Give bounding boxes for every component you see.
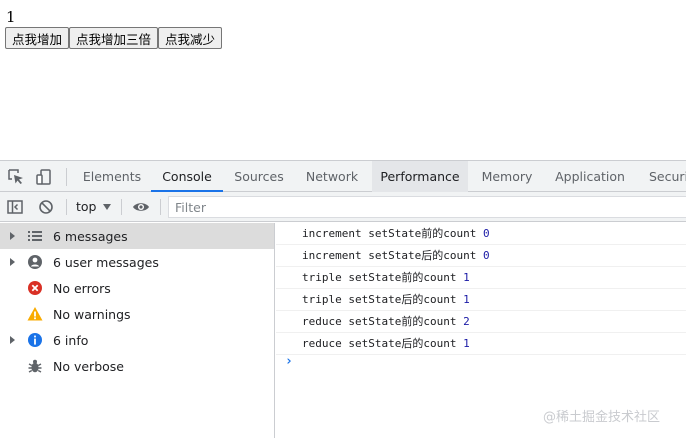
context-dropdown-icon[interactable]: [103, 204, 111, 210]
context-selector[interactable]: top: [76, 199, 96, 214]
sidebar-item-info[interactable]: 6 info: [0, 327, 274, 353]
tab-performance[interactable]: Performance: [372, 161, 468, 192]
tab-sources[interactable]: Sources: [226, 161, 292, 192]
clear-console-icon[interactable]: [37, 198, 55, 216]
tab-application[interactable]: Application: [546, 161, 634, 192]
sidebar-toggle-icon[interactable]: [6, 198, 24, 216]
console-log-line: increment setState前的count 0: [276, 223, 686, 245]
inspect-element-icon[interactable]: [7, 168, 25, 186]
console-log-line: reduce setState前的count 2: [276, 311, 686, 333]
list-icon: [27, 228, 43, 244]
increase-button[interactable]: 点我增加: [5, 27, 70, 49]
log-text: increment setState后的count: [302, 249, 477, 262]
sidebar-item-user-messages[interactable]: 6 user messages: [0, 249, 274, 275]
tab-console[interactable]: Console: [151, 161, 223, 192]
tab-network[interactable]: Network: [297, 161, 367, 192]
warning-icon: [27, 306, 43, 322]
sidebar-item-label: 6 info: [53, 332, 89, 348]
expand-arrow-icon[interactable]: [10, 336, 15, 344]
log-value: 0: [482, 249, 490, 262]
sidebar-item-verbose[interactable]: No verbose: [0, 353, 274, 379]
sidebar-item-errors[interactable]: No errors: [0, 275, 274, 301]
watermark: @稀土掘金技术社区: [543, 410, 661, 425]
log-value: 1: [463, 337, 470, 350]
sidebar-item-messages[interactable]: 6 messages: [0, 223, 274, 249]
log-text: increment setState前的count: [302, 227, 477, 240]
console-log-line: reduce setState后的count 1: [276, 333, 686, 355]
log-value: 2: [463, 315, 470, 328]
console-prompt[interactable]: ›: [285, 354, 293, 369]
log-value: 1: [463, 293, 470, 306]
sidebar-item-label: 6 user messages: [53, 254, 159, 270]
expand-arrow-icon[interactable]: [10, 258, 15, 266]
device-toolbar-icon[interactable]: [35, 168, 53, 186]
devtools-panel: Elements Console Sources Network Perform…: [0, 160, 686, 438]
user-icon: [27, 254, 43, 270]
console-toolbar: top: [0, 192, 686, 222]
toolbar-divider: [121, 199, 122, 215]
console-log-line: increment setState后的count 0: [276, 245, 686, 267]
info-icon: [27, 332, 43, 348]
expand-arrow-icon[interactable]: [10, 232, 15, 240]
tab-elements[interactable]: Elements: [75, 161, 149, 192]
sidebar-item-label: 6 messages: [53, 228, 128, 244]
log-value: 1: [463, 271, 470, 284]
console-log-line: triple setState后的count 1: [276, 289, 686, 311]
decrease-button[interactable]: 点我减少: [158, 27, 223, 49]
tab-security[interactable]: Securi: [640, 161, 686, 192]
console-log-line: triple setState前的count 1: [276, 267, 686, 289]
live-expression-eye-icon[interactable]: [132, 198, 150, 216]
count-display: 1: [6, 8, 16, 26]
console-sidebar: 6 messages 6 user messages No errors No …: [0, 223, 275, 438]
button-group: 点我增加 点我增加三倍 点我减少: [5, 27, 223, 49]
error-icon: [27, 280, 43, 296]
log-text: reduce setState前的count: [302, 315, 457, 328]
sidebar-item-label: No errors: [53, 280, 111, 296]
log-text: triple setState前的count: [302, 271, 457, 284]
filter-input[interactable]: [168, 196, 686, 218]
toolbar-divider: [66, 199, 67, 215]
tab-memory[interactable]: Memory: [473, 161, 541, 192]
sidebar-item-label: No warnings: [53, 306, 131, 322]
log-text: reduce setState后的count: [302, 337, 457, 350]
triple-increase-button[interactable]: 点我增加三倍: [69, 27, 159, 49]
log-value: 0: [482, 227, 490, 240]
tabbar-divider: [66, 168, 67, 186]
toolbar-divider: [160, 199, 161, 215]
devtools-tabbar: Elements Console Sources Network Perform…: [0, 161, 686, 192]
bug-icon: [27, 358, 43, 374]
log-text: triple setState后的count: [302, 293, 457, 306]
sidebar-item-warnings[interactable]: No warnings: [0, 301, 274, 327]
sidebar-item-label: No verbose: [53, 358, 124, 374]
